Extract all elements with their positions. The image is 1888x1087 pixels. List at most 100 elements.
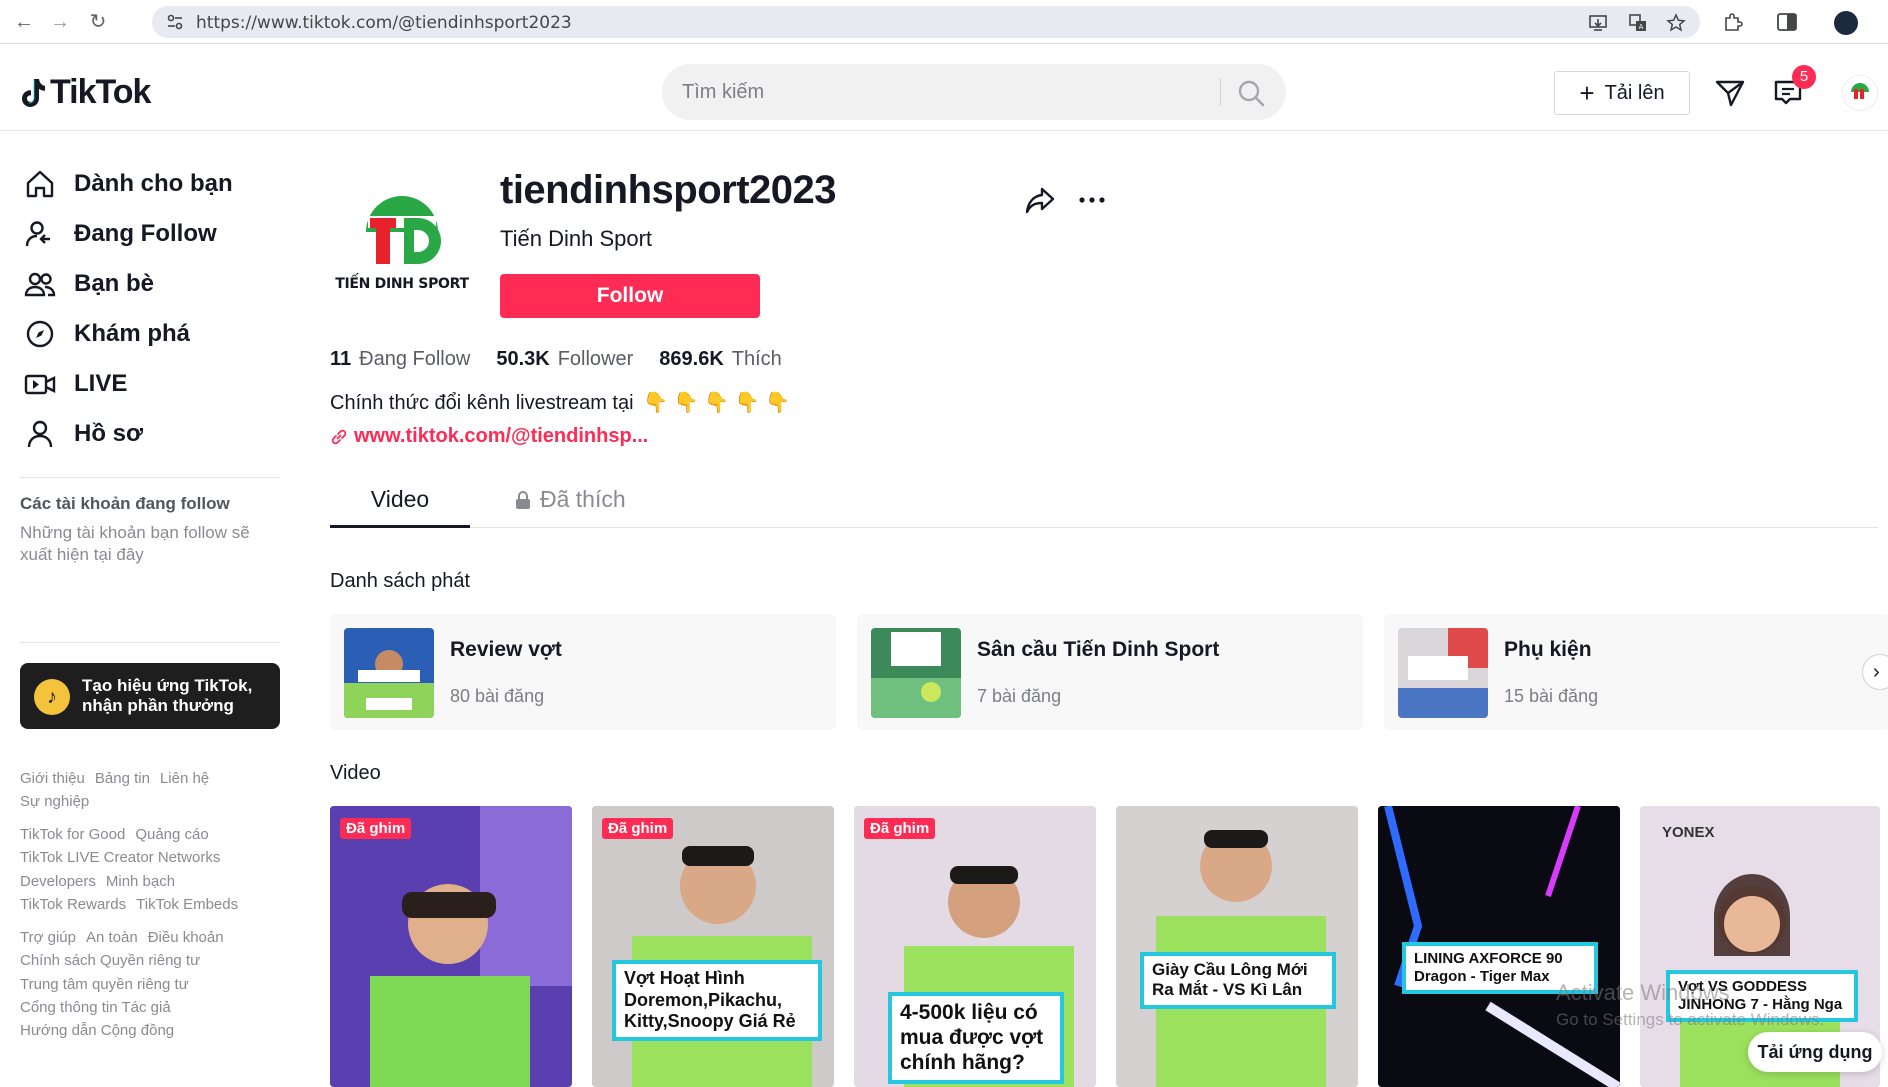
- footer-link[interactable]: TikTok Rewards: [20, 896, 126, 913]
- pinned-badge: Đã ghim: [864, 818, 936, 839]
- friends-icon: [24, 272, 56, 297]
- search-icon[interactable]: [1236, 78, 1266, 108]
- footer-links-row: Sự nghiệp: [20, 793, 99, 810]
- footer-links-row: Giới thiệu Bảng tin Liên hệ: [20, 770, 219, 787]
- footer-link[interactable]: Liên hệ: [160, 770, 209, 787]
- browser-profile-avatar[interactable]: [1834, 11, 1858, 35]
- footer-links-row: Chính sách Quyền riêng tư: [20, 952, 210, 969]
- video-card[interactable]: Đã ghim 4-500k liệu có mua được vợt chín…: [854, 806, 1096, 1087]
- footer-link[interactable]: Sự nghiệp: [20, 793, 89, 810]
- playlist-card[interactable]: Review vợt 80 bài đăng: [330, 614, 836, 730]
- footer-links-row: Trợ giúp An toàn Điều khoản: [20, 929, 234, 946]
- footer-links-row: Developers Minh bạch: [20, 873, 185, 890]
- sidebar-item-explore[interactable]: Khám phá: [24, 314, 190, 354]
- translate-icon[interactable]: A: [1628, 13, 1648, 33]
- playlist-thumbnail: [871, 628, 961, 718]
- footer-links-row: Trung tâm quyền riêng tư: [20, 976, 199, 993]
- share-icon[interactable]: [1024, 184, 1056, 216]
- stat-number: 50.3K: [496, 348, 550, 370]
- playlist-name: Phụ kiện: [1504, 638, 1592, 661]
- footer-link[interactable]: An toàn: [86, 929, 138, 946]
- profile-username: tiendinhsport2023: [500, 168, 837, 212]
- sidebar-item-for-you[interactable]: Dành cho bạn: [24, 164, 233, 204]
- sidebar-item-following[interactable]: Đang Follow: [24, 214, 217, 254]
- video-thumb-image: [330, 806, 572, 1087]
- install-app-icon[interactable]: [1588, 13, 1608, 33]
- avatar-logo-icon: [1851, 83, 1869, 99]
- more-options-icon[interactable]: [1076, 184, 1108, 216]
- stat-label: Thích: [731, 348, 782, 370]
- explore-icon: [26, 320, 54, 348]
- footer-link[interactable]: Trợ giúp: [20, 929, 76, 946]
- tiktok-logo[interactable]: TikTok: [20, 73, 151, 112]
- playlist-card[interactable]: Sân cầu Tiến Dinh Sport 7 bài đăng: [857, 614, 1363, 730]
- bio-emoji: 👇 👇 👇 👇 👇: [643, 392, 790, 414]
- sidebar-item-label: Khám phá: [74, 320, 191, 347]
- video-thumb-image: [1116, 806, 1358, 1087]
- profile-avatar: TIẾN DINH SPORT: [330, 168, 474, 312]
- messages-icon[interactable]: [1714, 77, 1746, 109]
- stat-number: 869.6K: [659, 348, 724, 370]
- user-avatar[interactable]: [1842, 75, 1878, 111]
- tab-liked-label: Đã thích: [540, 486, 626, 512]
- video-card[interactable]: Giày Cầu Lông Mới Ra Mắt - VS Kì Lân: [1116, 806, 1358, 1087]
- video-card[interactable]: Đã ghim Vợt Hoạt Hình Doremon,Pikachu, K…: [592, 806, 834, 1087]
- video-card[interactable]: Đã ghim: [330, 806, 572, 1087]
- reload-icon[interactable]: ↻: [86, 10, 110, 34]
- footer-link[interactable]: Bảng tin: [95, 770, 150, 787]
- footer-link[interactable]: Minh bạch: [106, 873, 175, 890]
- tab-liked[interactable]: Đã thích: [514, 486, 626, 513]
- footer-link[interactable]: Developers: [20, 873, 96, 890]
- footer-link[interactable]: TikTok LIVE Creator Networks: [20, 849, 220, 866]
- stat-label: Follower: [557, 348, 634, 370]
- profile-link[interactable]: www.tiktok.com/@tiendinhsp...: [330, 425, 648, 448]
- url-text[interactable]: https://www.tiktok.com/@tiendinhsport202…: [196, 13, 572, 33]
- stat-following[interactable]: 11 Đang Follow: [330, 348, 470, 371]
- plus-icon: +: [1579, 78, 1595, 108]
- footer-link[interactable]: Chính sách Quyền riêng tư: [20, 952, 200, 969]
- stat-likes: 869.6K Thích: [659, 348, 782, 371]
- playlist-card[interactable]: Phụ kiện 15 bài đăng: [1384, 614, 1888, 730]
- playlist-name: Review vợt: [450, 638, 562, 661]
- footer-link[interactable]: TikTok Embeds: [136, 896, 238, 913]
- sidebar-item-label: Bạn bè: [74, 270, 155, 297]
- sidebar-item-profile[interactable]: Hồ sơ: [24, 414, 143, 454]
- footer-link[interactable]: Hướng dẫn Cộng đồng: [20, 1022, 174, 1039]
- footer-link[interactable]: Quảng cáo: [135, 826, 208, 843]
- address-bar[interactable]: https://www.tiktok.com/@tiendinhsport202…: [152, 6, 1700, 38]
- footer-links-row: TikTok LIVE Creator Networks: [20, 849, 230, 866]
- get-app-button[interactable]: Tải ứng dụng: [1748, 1032, 1882, 1072]
- video-card[interactable]: LINING AXFORCE 90 Dragon - Tiger Max: [1378, 806, 1620, 1087]
- following-icon: [25, 221, 50, 247]
- tab-video[interactable]: Video: [330, 486, 470, 513]
- footer-link[interactable]: Giới thiệu: [20, 770, 85, 787]
- bookmark-star-icon[interactable]: [1666, 13, 1686, 33]
- footer-link[interactable]: Điều khoản: [148, 929, 224, 946]
- extensions-icon[interactable]: [1722, 11, 1744, 33]
- footer-link[interactable]: Trung tâm quyền riêng tư: [20, 976, 189, 993]
- playlists-title: Danh sách phát: [330, 570, 471, 592]
- follow-button[interactable]: Follow: [500, 274, 760, 318]
- profile-stats: 11 Đang Follow 50.3K Follower 869.6K Thích: [330, 348, 782, 371]
- profile-link-text: www.tiktok.com/@tiendinhsp...: [354, 425, 649, 447]
- tiktok-header: TikTok + Tải lên 5: [0, 45, 1888, 131]
- site-settings-icon[interactable]: [166, 13, 184, 31]
- footer-link[interactable]: Cổng thông tin Tác giả: [20, 999, 171, 1016]
- effect-house-banner[interactable]: ♪ Tạo hiệu ứng TikTok, nhận phần thưởng: [20, 663, 280, 729]
- browser-toolbar: ← → ↻ https://www.tiktok.com/@tiendinhsp…: [0, 0, 1888, 44]
- search-input[interactable]: [682, 64, 1242, 120]
- sidebar-item-live[interactable]: LIVE: [24, 364, 127, 404]
- stat-label: Đang Follow: [359, 348, 471, 370]
- windows-activate-sub: Go to Settings to activate Windows.: [1556, 1010, 1825, 1029]
- stat-followers[interactable]: 50.3K Follower: [496, 348, 633, 371]
- search-divider: [1220, 78, 1221, 106]
- side-panel-icon[interactable]: [1776, 11, 1798, 33]
- forward-icon[interactable]: →: [48, 10, 72, 34]
- video-caption: Giày Cầu Lông Mới Ra Mắt - VS Kì Lân: [1140, 952, 1336, 1009]
- footer-link[interactable]: TikTok for Good: [20, 826, 125, 843]
- sidebar-item-friends[interactable]: Bạn bè: [24, 264, 154, 304]
- upload-button[interactable]: + Tải lên: [1554, 71, 1690, 115]
- playlist-count: 7 bài đăng: [977, 686, 1062, 706]
- following-empty-text: Những tài khoản bạn follow sẽ xuất hiện …: [20, 523, 250, 564]
- back-icon[interactable]: ←: [12, 10, 36, 34]
